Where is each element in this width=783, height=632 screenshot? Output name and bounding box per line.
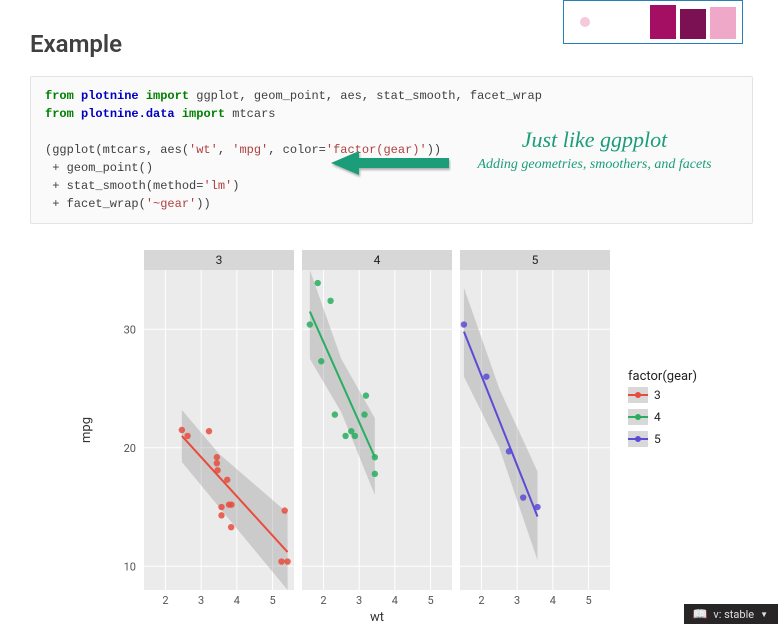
svg-text:mpg: mpg xyxy=(79,417,94,443)
svg-text:4: 4 xyxy=(233,594,239,607)
svg-text:4: 4 xyxy=(391,594,397,607)
svg-text:30: 30 xyxy=(123,323,135,336)
svg-text:20: 20 xyxy=(123,442,135,455)
code-module: plotnine.data xyxy=(81,107,175,121)
svg-text:5: 5 xyxy=(585,594,591,607)
swatch-bar-3 xyxy=(710,7,736,39)
svg-text:3: 3 xyxy=(198,594,204,607)
code-text: , xyxy=(218,143,232,157)
code-text: + facet_wrap( xyxy=(45,197,146,211)
svg-text:5: 5 xyxy=(269,594,275,607)
code-str: 'wt' xyxy=(189,143,218,157)
svg-text:2: 2 xyxy=(162,594,168,607)
code-kw: from xyxy=(45,107,74,121)
svg-text:4: 4 xyxy=(549,594,555,607)
swatch-dot xyxy=(580,17,590,27)
svg-text:3: 3 xyxy=(215,253,222,267)
version-label: v: stable xyxy=(713,608,754,621)
svg-text:4: 4 xyxy=(373,253,380,267)
code-text: + stat_smooth(method= xyxy=(45,179,203,193)
facet-chart: mpg wt 3 2 3 4 5 10 20 30 4 2 3 4 5 5 2 3 4 5 factor(gear) 3 4… xyxy=(72,242,712,627)
svg-text:10: 10 xyxy=(123,560,135,573)
svg-text:2: 2 xyxy=(478,594,484,607)
code-text: mtcars xyxy=(225,107,275,121)
caret-down-icon: ▼ xyxy=(760,610,768,619)
swatch-bar-1 xyxy=(650,5,676,39)
thumbnail-swatch xyxy=(563,0,743,44)
svg-text:3: 3 xyxy=(654,388,661,402)
svg-text:3: 3 xyxy=(356,594,362,607)
code-text: + geom_point() xyxy=(45,161,153,175)
annotation-arrow-icon xyxy=(331,149,451,179)
version-badge[interactable]: 📖 v: stable ▼ xyxy=(684,604,778,624)
svg-text:5: 5 xyxy=(654,432,661,446)
code-text: ggplot, geom_point, aes, stat_smooth, fa… xyxy=(189,89,542,103)
code-kw: from xyxy=(45,89,74,103)
code-block: from plotnine import ggplot, geom_point,… xyxy=(30,76,753,224)
code-module: plotnine xyxy=(81,89,139,103)
svg-text:2: 2 xyxy=(320,594,326,607)
code-str: '~gear' xyxy=(146,197,196,211)
swatch-bar-2 xyxy=(680,9,706,39)
svg-text:factor(gear): factor(gear) xyxy=(628,369,697,384)
code-text: ) xyxy=(232,179,239,193)
code-str: 'lm' xyxy=(203,179,232,193)
code-str: 'mpg' xyxy=(232,143,268,157)
svg-text:5: 5 xyxy=(531,253,538,267)
code-kw: import xyxy=(182,107,225,121)
code-text: (ggplot(mtcars, aes( xyxy=(45,143,189,157)
svg-text:5: 5 xyxy=(427,594,433,607)
code-kw: import xyxy=(146,89,189,103)
book-icon: 📖 xyxy=(692,607,707,621)
svg-text:4: 4 xyxy=(654,410,661,424)
svg-text:wt: wt xyxy=(369,610,383,625)
code-text: )) xyxy=(196,197,210,211)
code-text: , color= xyxy=(268,143,326,157)
svg-text:3: 3 xyxy=(514,594,520,607)
